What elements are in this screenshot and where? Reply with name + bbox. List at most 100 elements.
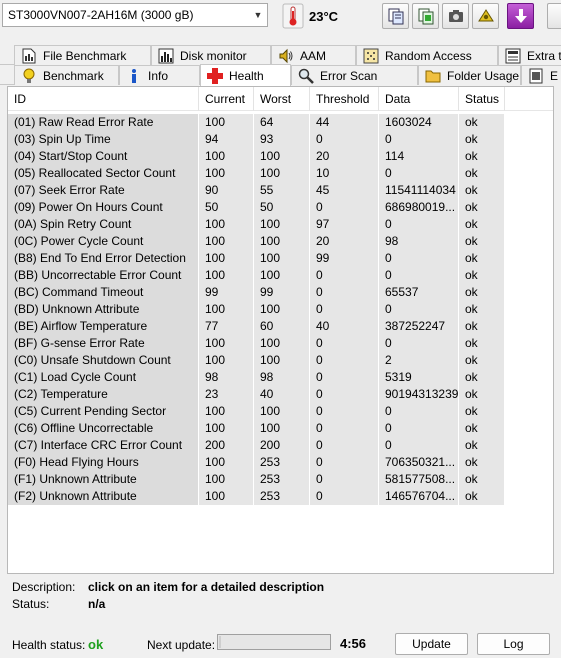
cell-status: ok — [459, 403, 505, 420]
cell-data: 0 — [379, 267, 459, 284]
table-row[interactable]: (BC) Command Timeout 99 99 0 65537 ok — [8, 284, 553, 301]
cell-current: 100 — [199, 233, 254, 250]
table-row[interactable]: (07) Seek Error Rate 90 55 45 11541114034 ok — [8, 182, 553, 199]
smart-attribute-grid[interactable]: ID Current Worst Threshold Data Status (… — [7, 86, 554, 574]
chevron-down-icon[interactable]: ▼ — [249, 4, 267, 26]
table-row[interactable]: (F2) Unknown Attribute 100 253 0 146576704..… — [8, 488, 553, 505]
tab-folder-usage[interactable]: Folder Usage — [418, 65, 521, 85]
tab-error-scan[interactable]: Error Scan — [291, 65, 418, 85]
tab-file-benchmark[interactable]: File Benchmark — [14, 45, 151, 65]
cell-id: (BC) Command Timeout — [8, 284, 199, 301]
cell-data: 114 — [379, 148, 459, 165]
table-row[interactable]: (F0) Head Flying Hours 100 253 0 706350321..… — [8, 454, 553, 471]
table-row[interactable]: (F1) Unknown Attribute 100 253 0 581577508..… — [8, 471, 553, 488]
table-row[interactable]: (C1) Load Cycle Count 98 98 0 5319 ok — [8, 369, 553, 386]
update-button[interactable]: Update — [395, 633, 468, 655]
tab-label: Health — [229, 68, 264, 83]
next-update-progress — [217, 634, 331, 650]
cell-current: 90 — [199, 182, 254, 199]
cell-worst: 60 — [254, 318, 310, 335]
tab-random-access[interactable]: Random Access — [356, 45, 498, 65]
cell-id: (03) Spin Up Time — [8, 131, 199, 148]
table-row[interactable]: (0C) Power Cycle Count 100 100 20 98 ok — [8, 233, 553, 250]
table-row[interactable]: (C5) Current Pending Sector 100 100 0 0 ok — [8, 403, 553, 420]
column-header-data[interactable]: Data — [379, 87, 459, 111]
cell-threshold: 0 — [310, 335, 379, 352]
cell-id: (0C) Power Cycle Count — [8, 233, 199, 250]
table-row[interactable]: (C0) Unsafe Shutdown Count 100 100 0 2 ok — [8, 352, 553, 369]
cell-data: 706350321... — [379, 454, 459, 471]
table-row[interactable]: (C2) Temperature 23 40 0 90194313239 ok — [8, 386, 553, 403]
table-row[interactable]: (0A) Spin Retry Count 100 100 97 0 ok — [8, 216, 553, 233]
tab-label: Folder Usage — [447, 68, 520, 83]
cell-threshold: 0 — [310, 454, 379, 471]
cell-id: (05) Reallocated Sector Count — [8, 165, 199, 182]
thermometer-icon — [282, 3, 304, 29]
tab-extra-tests[interactable]: Extra te — [498, 45, 561, 65]
copy-report-button[interactable] — [412, 3, 439, 29]
cell-id: (C7) Interface CRC Error Count — [8, 437, 199, 454]
description-label: Description: — [12, 580, 76, 594]
red-cross-icon — [207, 67, 223, 84]
column-header-worst[interactable]: Worst — [254, 87, 310, 111]
column-header-id[interactable]: ID — [8, 87, 199, 111]
cell-threshold: 97 — [310, 216, 379, 233]
table-row[interactable]: (BF) G-sense Error Rate 100 100 0 0 ok — [8, 335, 553, 352]
cell-current: 100 — [199, 216, 254, 233]
options-button[interactable] — [472, 3, 499, 29]
table-row[interactable]: (09) Power On Hours Count 50 50 0 686980019.… — [8, 199, 553, 216]
tab-aam[interactable]: AAM — [271, 45, 356, 65]
cell-current: 100 — [199, 454, 254, 471]
table-row[interactable]: (BD) Unknown Attribute 100 100 0 0 ok — [8, 301, 553, 318]
cell-id: (C5) Current Pending Sector — [8, 403, 199, 420]
extra-tests-icon — [505, 48, 521, 64]
table-row[interactable]: (05) Reallocated Sector Count 100 100 10 0 ok — [8, 165, 553, 182]
cell-data: 1603024 — [379, 114, 459, 131]
save-button[interactable] — [507, 3, 534, 29]
cell-status: ok — [459, 182, 505, 199]
extra-toolbar-button[interactable] — [547, 3, 561, 29]
log-button[interactable]: Log — [477, 633, 550, 655]
tab-row-1: File Benchmark Disk monitor AAM Random A… — [0, 45, 561, 65]
cell-id: (09) Power On Hours Count — [8, 199, 199, 216]
tab-benchmark[interactable]: Benchmark — [14, 65, 119, 85]
cell-threshold: 10 — [310, 165, 379, 182]
cell-worst: 200 — [254, 437, 310, 454]
cell-data: 65537 — [379, 284, 459, 301]
table-row[interactable]: (04) Start/Stop Count 100 100 20 114 ok — [8, 148, 553, 165]
table-row[interactable]: (BE) Airflow Temperature 77 60 40 387252247 o… — [8, 318, 553, 335]
table-row[interactable]: (BB) Uncorrectable Error Count 100 100 0 0 ok — [8, 267, 553, 284]
cell-threshold: 0 — [310, 403, 379, 420]
cell-threshold: 0 — [310, 267, 379, 284]
cell-id: (F0) Head Flying Hours — [8, 454, 199, 471]
cell-id: (07) Seek Error Rate — [8, 182, 199, 199]
cell-threshold: 20 — [310, 233, 379, 250]
grid-header: ID Current Worst Threshold Data Status — [8, 87, 553, 111]
table-row[interactable]: (03) Spin Up Time 94 93 0 0 ok — [8, 131, 553, 148]
cell-worst: 100 — [254, 250, 310, 267]
screenshot-button[interactable] — [442, 3, 469, 29]
table-row[interactable]: (01) Raw Read Error Rate 100 64 44 1603024 ok — [8, 114, 553, 131]
cell-worst: 253 — [254, 488, 310, 505]
cell-status: ok — [459, 318, 505, 335]
column-header-current[interactable]: Current — [199, 87, 254, 111]
copy-info-button[interactable] — [382, 3, 409, 29]
cell-data: 146576704... — [379, 488, 459, 505]
tab-health[interactable]: Health — [200, 64, 291, 86]
column-header-status[interactable]: Status — [459, 87, 505, 111]
drive-select[interactable]: ST3000VN007-2AH16M (3000 gB) ▼ — [2, 3, 268, 27]
column-header-threshold[interactable]: Threshold — [310, 87, 379, 111]
tab-disk-monitor[interactable]: Disk monitor — [151, 45, 271, 65]
cell-worst: 99 — [254, 284, 310, 301]
table-row[interactable]: (B8) End To End Error Detection 100 100 99 0… — [8, 250, 553, 267]
cell-current: 100 — [199, 335, 254, 352]
tab-erase[interactable]: E — [521, 65, 561, 85]
tab-label: Benchmark — [43, 68, 104, 83]
cell-id: (0A) Spin Retry Count — [8, 216, 199, 233]
table-row[interactable]: (C6) Offline Uncorrectable 100 100 0 0 ok — [8, 420, 553, 437]
cell-current: 100 — [199, 148, 254, 165]
cell-current: 100 — [199, 114, 254, 131]
tab-info[interactable]: Info — [119, 65, 200, 85]
table-row[interactable]: (C7) Interface CRC Error Count 200 200 0 0 ok — [8, 437, 553, 454]
tab-row-2: Benchmark Info Health Error Scan Folder … — [0, 64, 561, 86]
